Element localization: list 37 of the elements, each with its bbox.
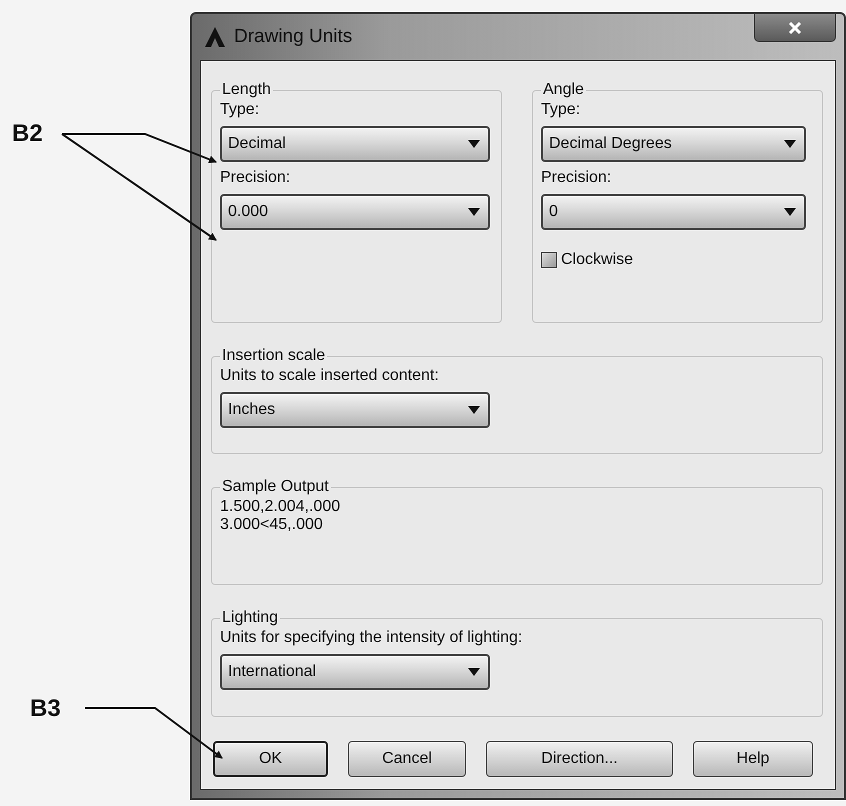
dropdown[interactable]: Decimal: [220, 126, 490, 162]
field-label: Type:: [541, 101, 582, 119]
dropdown-caret-icon: [784, 140, 796, 148]
dropdown-caret-icon: [468, 208, 480, 216]
checkbox-label: Clockwise: [561, 251, 634, 269]
dialog-button[interactable]: Help: [693, 741, 813, 777]
group-title: Length: [221, 81, 272, 99]
callout-label: B2: [12, 120, 43, 148]
dropdown[interactable]: 0: [541, 194, 806, 230]
field-label: Precision:: [220, 169, 292, 187]
callout-label: B3: [30, 695, 61, 723]
close-button[interactable]: [754, 14, 836, 42]
sample-output-text: 3.000<45,.000: [220, 516, 324, 534]
field-label: Precision:: [541, 169, 612, 187]
dropdown[interactable]: International: [220, 654, 490, 690]
group-title: Insertion scale: [221, 347, 326, 365]
dropdown[interactable]: Decimal Degrees: [541, 126, 806, 162]
dialog-button[interactable]: Direction...: [486, 741, 673, 777]
field-label: Type:: [220, 101, 260, 119]
field-label: Units to scale inserted content:: [220, 367, 440, 385]
close-icon: [788, 22, 802, 34]
dropdown-caret-icon: [468, 668, 480, 676]
dropdown[interactable]: Inches: [220, 392, 490, 428]
dialog-button[interactable]: Cancel: [348, 741, 466, 777]
field-label: Units for specifying the intensity of lighting:: [220, 629, 524, 647]
sample-output-text: 1.500,2.004,.000: [220, 498, 342, 516]
group-title: Sample Output: [221, 478, 330, 496]
dropdown[interactable]: 0.000: [220, 194, 490, 230]
group-title: Lighting: [221, 609, 280, 627]
dropdown-caret-icon: [784, 208, 796, 216]
window-title: Drawing Units: [234, 26, 352, 48]
dropdown-caret-icon: [468, 406, 480, 414]
dialog-button[interactable]: OK: [213, 741, 328, 777]
dropdown-caret-icon: [468, 140, 480, 148]
app-logo-icon: [204, 26, 226, 48]
group-title: Angle: [542, 81, 585, 99]
checkbox[interactable]: [541, 252, 557, 268]
